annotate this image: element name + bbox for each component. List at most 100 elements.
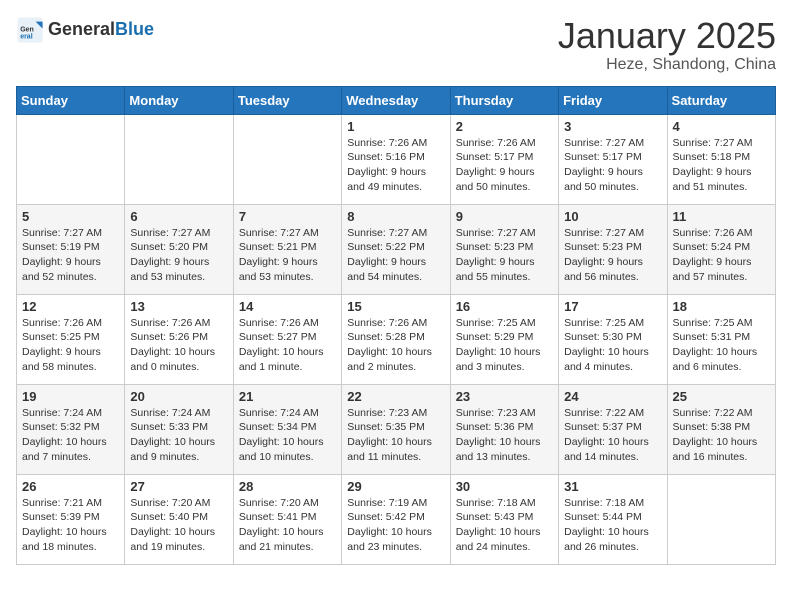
day-cell: 4 Sunrise: 7:27 AM Sunset: 5:18 PM Daylig… <box>667 114 775 204</box>
day-info: Sunrise: 7:26 AM Sunset: 5:17 PM Dayligh… <box>456 136 553 195</box>
day-cell: 31 Sunrise: 7:18 AM Sunset: 5:44 PM Dayli… <box>559 474 667 564</box>
day-header-saturday: Saturday <box>667 86 775 114</box>
day-cell: 29 Sunrise: 7:19 AM Sunset: 5:42 PM Dayli… <box>342 474 450 564</box>
day-number: 25 <box>673 389 770 404</box>
svg-text:eral: eral <box>20 33 33 40</box>
day-cell: 26Sunrise: 7:21 AM Sunset: 5:39 PM Dayli… <box>17 474 125 564</box>
day-cell: 10 Sunrise: 7:27 AM Sunset: 5:23 PM Dayli… <box>559 204 667 294</box>
day-info: Sunrise: 7:18 AM Sunset: 5:43 PM Dayligh… <box>456 496 553 555</box>
day-cell: 22 Sunrise: 7:23 AM Sunset: 5:35 PM Dayli… <box>342 384 450 474</box>
day-info: Sunrise: 7:23 AM Sunset: 5:36 PM Dayligh… <box>456 406 553 465</box>
day-info: Sunrise: 7:27 AM Sunset: 5:20 PM Dayligh… <box>130 226 227 285</box>
day-number: 6 <box>130 209 227 224</box>
day-number: 30 <box>456 479 553 494</box>
week-row-3: 12Sunrise: 7:26 AM Sunset: 5:25 PM Dayli… <box>17 294 776 384</box>
day-cell: 23 Sunrise: 7:23 AM Sunset: 5:36 PM Dayli… <box>450 384 558 474</box>
day-number: 20 <box>130 389 227 404</box>
day-cell: 19 Sunrise: 7:24 AM Sunset: 5:32 PM Dayli… <box>17 384 125 474</box>
day-number: 10 <box>564 209 661 224</box>
logo-blue: Blue <box>115 19 154 39</box>
day-info: Sunrise: 7:27 AM Sunset: 5:23 PM Dayligh… <box>564 226 661 285</box>
day-number: 8 <box>347 209 444 224</box>
day-number: 5 <box>22 209 119 224</box>
day-header-wednesday: Wednesday <box>342 86 450 114</box>
header: Gen eral GeneralBlue January 2025 Heze, … <box>16 16 776 74</box>
day-info: Sunrise: 7:27 AM Sunset: 5:23 PM Dayligh… <box>456 226 553 285</box>
day-number: 15 <box>347 299 444 314</box>
day-header-monday: Monday <box>125 86 233 114</box>
day-cell: 1 Sunrise: 7:26 AM Sunset: 5:16 PM Daylig… <box>342 114 450 204</box>
day-cell: 25 Sunrise: 7:22 AM Sunset: 5:38 PM Dayli… <box>667 384 775 474</box>
day-info: Sunrise: 7:27 AM Sunset: 5:17 PM Dayligh… <box>564 136 661 195</box>
day-cell: 3Sunrise: 7:27 AM Sunset: 5:17 PM Daylig… <box>559 114 667 204</box>
day-info: Sunrise: 7:26 AM Sunset: 5:26 PM Dayligh… <box>130 316 227 375</box>
day-cell: 30 Sunrise: 7:18 AM Sunset: 5:43 PM Dayli… <box>450 474 558 564</box>
day-number: 23 <box>456 389 553 404</box>
day-info: Sunrise: 7:20 AM Sunset: 5:40 PM Dayligh… <box>130 496 227 555</box>
day-info: Sunrise: 7:22 AM Sunset: 5:37 PM Dayligh… <box>564 406 661 465</box>
day-number: 2 <box>456 119 553 134</box>
day-info: Sunrise: 7:19 AM Sunset: 5:42 PM Dayligh… <box>347 496 444 555</box>
day-info: Sunrise: 7:20 AM Sunset: 5:41 PM Dayligh… <box>239 496 336 555</box>
week-row-1: 1 Sunrise: 7:26 AM Sunset: 5:16 PM Daylig… <box>17 114 776 204</box>
day-info: Sunrise: 7:18 AM Sunset: 5:44 PM Dayligh… <box>564 496 661 555</box>
day-info: Sunrise: 7:24 AM Sunset: 5:32 PM Dayligh… <box>22 406 119 465</box>
week-row-2: 5 Sunrise: 7:27 AM Sunset: 5:19 PM Daylig… <box>17 204 776 294</box>
day-info: Sunrise: 7:22 AM Sunset: 5:38 PM Dayligh… <box>673 406 770 465</box>
day-cell: 11Sunrise: 7:26 AM Sunset: 5:24 PM Dayli… <box>667 204 775 294</box>
day-number: 19 <box>22 389 119 404</box>
day-info: Sunrise: 7:26 AM Sunset: 5:16 PM Dayligh… <box>347 136 444 195</box>
day-cell: 27 Sunrise: 7:20 AM Sunset: 5:40 PM Dayli… <box>125 474 233 564</box>
day-info: Sunrise: 7:23 AM Sunset: 5:35 PM Dayligh… <box>347 406 444 465</box>
day-number: 7 <box>239 209 336 224</box>
day-cell: 28 Sunrise: 7:20 AM Sunset: 5:41 PM Dayli… <box>233 474 341 564</box>
day-header-sunday: Sunday <box>17 86 125 114</box>
day-cell: 12Sunrise: 7:26 AM Sunset: 5:25 PM Dayli… <box>17 294 125 384</box>
day-cell <box>17 114 125 204</box>
day-cell: 24 Sunrise: 7:22 AM Sunset: 5:37 PM Dayli… <box>559 384 667 474</box>
day-cell <box>125 114 233 204</box>
day-info: Sunrise: 7:26 AM Sunset: 5:28 PM Dayligh… <box>347 316 444 375</box>
title-area: January 2025 Heze, Shandong, China <box>558 16 776 74</box>
location-title: Heze, Shandong, China <box>558 56 776 74</box>
day-number: 4 <box>673 119 770 134</box>
day-cell: 17 Sunrise: 7:25 AM Sunset: 5:30 PM Dayli… <box>559 294 667 384</box>
day-cell: 15 Sunrise: 7:26 AM Sunset: 5:28 PM Dayli… <box>342 294 450 384</box>
day-number: 14 <box>239 299 336 314</box>
day-info: Sunrise: 7:27 AM Sunset: 5:21 PM Dayligh… <box>239 226 336 285</box>
day-cell: 7 Sunrise: 7:27 AM Sunset: 5:21 PM Daylig… <box>233 204 341 294</box>
day-cell: 16Sunrise: 7:25 AM Sunset: 5:29 PM Dayli… <box>450 294 558 384</box>
day-info: Sunrise: 7:27 AM Sunset: 5:22 PM Dayligh… <box>347 226 444 285</box>
svg-text:Gen: Gen <box>20 26 34 33</box>
week-row-4: 19 Sunrise: 7:24 AM Sunset: 5:32 PM Dayli… <box>17 384 776 474</box>
day-number: 31 <box>564 479 661 494</box>
day-number: 28 <box>239 479 336 494</box>
day-number: 21 <box>239 389 336 404</box>
day-number: 11 <box>673 209 770 224</box>
day-info: Sunrise: 7:21 AM Sunset: 5:39 PM Dayligh… <box>22 496 119 555</box>
day-number: 17 <box>564 299 661 314</box>
day-number: 27 <box>130 479 227 494</box>
day-number: 22 <box>347 389 444 404</box>
day-header-friday: Friday <box>559 86 667 114</box>
day-info: Sunrise: 7:25 AM Sunset: 5:30 PM Dayligh… <box>564 316 661 375</box>
header-row: SundayMondayTuesdayWednesdayThursdayFrid… <box>17 86 776 114</box>
week-row-5: 26Sunrise: 7:21 AM Sunset: 5:39 PM Dayli… <box>17 474 776 564</box>
day-cell: 5 Sunrise: 7:27 AM Sunset: 5:19 PM Daylig… <box>17 204 125 294</box>
logo-general: General <box>48 19 115 39</box>
day-info: Sunrise: 7:27 AM Sunset: 5:19 PM Dayligh… <box>22 226 119 285</box>
day-header-thursday: Thursday <box>450 86 558 114</box>
day-cell: 21Sunrise: 7:24 AM Sunset: 5:34 PM Dayli… <box>233 384 341 474</box>
day-number: 24 <box>564 389 661 404</box>
day-info: Sunrise: 7:25 AM Sunset: 5:31 PM Dayligh… <box>673 316 770 375</box>
day-number: 9 <box>456 209 553 224</box>
day-number: 13 <box>130 299 227 314</box>
day-number: 1 <box>347 119 444 134</box>
day-info: Sunrise: 7:27 AM Sunset: 5:18 PM Dayligh… <box>673 136 770 195</box>
day-cell: 6 Sunrise: 7:27 AM Sunset: 5:20 PM Daylig… <box>125 204 233 294</box>
day-info: Sunrise: 7:26 AM Sunset: 5:25 PM Dayligh… <box>22 316 119 375</box>
day-header-tuesday: Tuesday <box>233 86 341 114</box>
day-info: Sunrise: 7:26 AM Sunset: 5:27 PM Dayligh… <box>239 316 336 375</box>
day-cell <box>233 114 341 204</box>
day-number: 29 <box>347 479 444 494</box>
